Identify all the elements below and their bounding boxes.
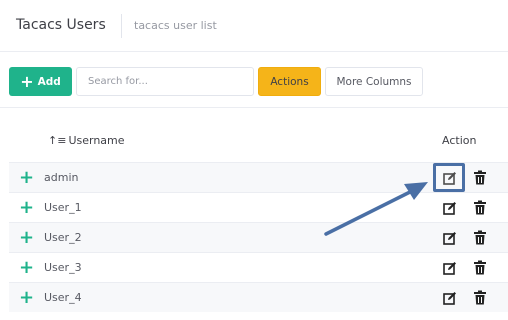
annotation-arrow: [324, 182, 428, 236]
